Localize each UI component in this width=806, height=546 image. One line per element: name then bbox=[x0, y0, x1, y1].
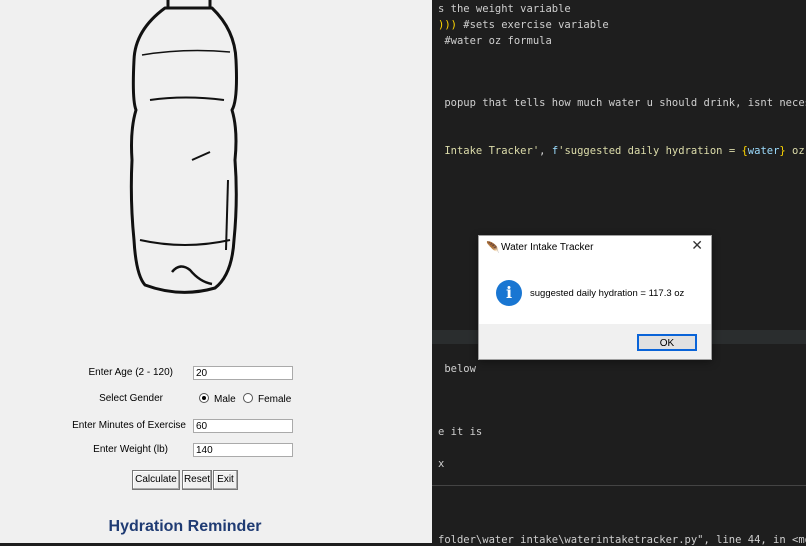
gender-male-label: Male bbox=[214, 394, 236, 405]
close-icon[interactable]: ✕ bbox=[691, 238, 703, 254]
weight-input[interactable]: 140 bbox=[193, 443, 293, 457]
tk-feather-icon: 🪶 bbox=[486, 241, 500, 254]
ok-button[interactable]: OK bbox=[637, 334, 697, 351]
reset-button[interactable]: Reset bbox=[182, 470, 212, 490]
code-line: popup that tells how much water u should… bbox=[438, 97, 806, 109]
exit-button[interactable]: Exit bbox=[213, 470, 238, 490]
info-dialog: 🪶 Water Intake Tracker ✕ i suggested dai… bbox=[478, 235, 712, 360]
dialog-title: Water Intake Tracker bbox=[501, 242, 594, 253]
radio-selected-icon bbox=[199, 393, 209, 403]
code-line: Intake Tracker', f'suggested daily hydra… bbox=[438, 145, 806, 157]
exercise-label: Enter Minutes of Exercise bbox=[72, 420, 186, 431]
info-icon: i bbox=[496, 280, 522, 306]
gender-male-radio[interactable]: Male bbox=[199, 393, 236, 405]
code-line: #water oz formula bbox=[438, 35, 552, 47]
radio-unselected-icon bbox=[243, 393, 253, 403]
hydration-app-window: Enter Age (2 - 120) 20 Select Gender Mal… bbox=[0, 0, 432, 543]
code-line: s the weight variable bbox=[438, 3, 571, 15]
code-line: ))) #sets exercise variable bbox=[438, 19, 609, 31]
gender-female-radio[interactable]: Female bbox=[243, 393, 291, 405]
exercise-input[interactable]: 60 bbox=[193, 419, 293, 433]
code-line: below bbox=[438, 363, 476, 375]
code-line: x bbox=[438, 458, 445, 470]
age-label: Enter Age (2 - 120) bbox=[88, 367, 174, 378]
terminal-line: folder\water intake\waterintaketracker.p… bbox=[438, 534, 806, 546]
gender-female-label: Female bbox=[258, 394, 292, 405]
app-title: Hydration Reminder bbox=[108, 518, 262, 535]
weight-label: Enter Weight (lb) bbox=[93, 444, 168, 455]
age-input[interactable]: 20 bbox=[193, 366, 293, 380]
calculate-button[interactable]: Calculate bbox=[132, 470, 180, 490]
dialog-message: suggested daily hydration = 117.3 oz bbox=[530, 288, 685, 299]
water-bottle-image bbox=[129, 0, 238, 294]
terminal-divider bbox=[432, 485, 806, 486]
code-line: e it is bbox=[438, 426, 483, 438]
gender-label: Select Gender bbox=[99, 393, 163, 404]
